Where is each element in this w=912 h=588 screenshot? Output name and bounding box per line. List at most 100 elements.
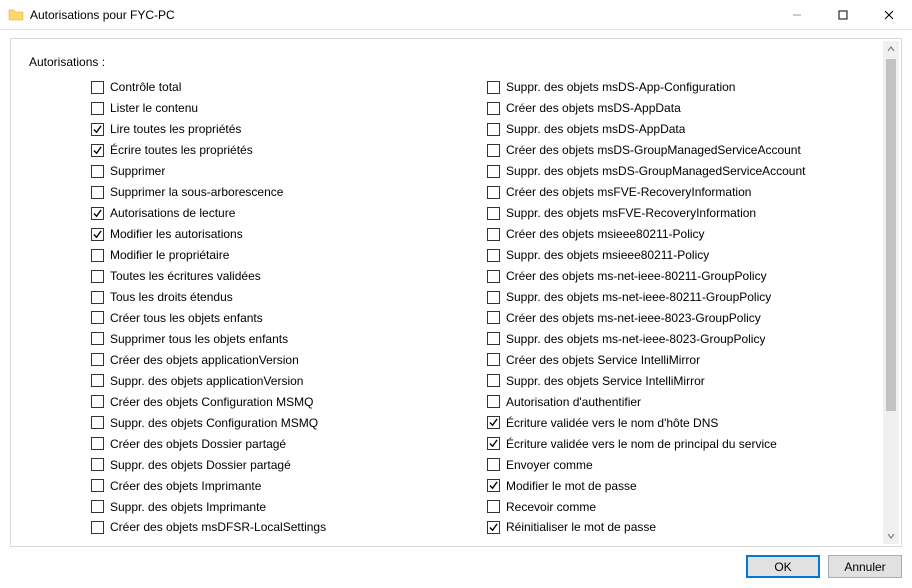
permission-label: Créer des objets Dossier partagé [110, 437, 286, 451]
permission-checkbox[interactable] [487, 270, 500, 283]
cancel-button[interactable]: Annuler [828, 555, 902, 578]
permission-row: Créer des objets Dossier partagé [91, 433, 487, 454]
permission-row: Écriture validée vers le nom de principa… [487, 433, 883, 454]
permission-checkbox[interactable] [91, 395, 104, 408]
permission-checkbox[interactable] [487, 207, 500, 220]
scrollbar[interactable] [883, 41, 899, 544]
permission-row: Créer des objets msDS-GroupManagedServic… [487, 140, 883, 161]
scroll-up-icon[interactable] [883, 41, 899, 57]
permission-checkbox[interactable] [487, 479, 500, 492]
permission-row: Créer des objets Configuration MSMQ [91, 391, 487, 412]
permission-checkbox[interactable] [91, 249, 104, 262]
permission-row: Créer des objets msieee80211-Policy [487, 224, 883, 245]
permission-checkbox[interactable] [487, 353, 500, 366]
permission-checkbox[interactable] [91, 500, 104, 513]
minimize-button[interactable] [774, 0, 820, 29]
permission-label: Écriture validée vers le nom d'hôte DNS [506, 416, 718, 430]
permission-checkbox[interactable] [487, 123, 500, 136]
permission-label: Créer des objets ms-net-ieee-8023-GroupP… [506, 311, 761, 325]
permission-label: Supprimer [110, 164, 165, 178]
permission-checkbox[interactable] [91, 479, 104, 492]
permission-checkbox[interactable] [91, 270, 104, 283]
permission-checkbox[interactable] [487, 500, 500, 513]
permission-label: Créer des objets msDS-GroupManagedServic… [506, 143, 801, 157]
permission-row: Modifier le propriétaire [91, 245, 487, 266]
permission-label: Suppr. des objets msieee80211-Policy [506, 248, 709, 262]
permission-label: Supprimer la sous-arborescence [110, 185, 283, 199]
scroll-down-icon[interactable] [883, 528, 899, 544]
permission-row: Créer des objets ms-net-ieee-80211-Group… [487, 266, 883, 287]
permission-row: Autorisation d'authentifier [487, 391, 883, 412]
permission-checkbox[interactable] [487, 416, 500, 429]
permission-row: Recevoir comme [487, 496, 883, 517]
permission-checkbox[interactable] [487, 311, 500, 324]
permission-label: Suppr. des objets Service IntelliMirror [506, 374, 705, 388]
permission-row: Créer des objets applicationVersion [91, 349, 487, 370]
permission-checkbox[interactable] [487, 395, 500, 408]
permission-label: Créer des objets ms-net-ieee-80211-Group… [506, 269, 767, 283]
permission-row: Tous les droits étendus [91, 287, 487, 308]
permission-label: Créer des objets msDS-AppData [506, 101, 681, 115]
permission-checkbox[interactable] [91, 291, 104, 304]
permission-row: Créer des objets Imprimante [91, 475, 487, 496]
permission-checkbox[interactable] [91, 165, 104, 178]
permission-checkbox[interactable] [91, 374, 104, 387]
permission-checkbox[interactable] [487, 437, 500, 450]
permission-label: Envoyer comme [506, 458, 593, 472]
permission-checkbox[interactable] [91, 102, 104, 115]
close-button[interactable] [866, 0, 912, 29]
permission-row: Créer des objets msDFSR-LocalSettings [91, 517, 487, 538]
permission-checkbox[interactable] [487, 228, 500, 241]
permission-row: Réinitialiser le mot de passe [487, 517, 883, 538]
permission-checkbox[interactable] [91, 353, 104, 366]
window-controls [774, 0, 912, 29]
permission-row: Modifier les autorisations [91, 224, 487, 245]
permission-label: Autorisation d'authentifier [506, 395, 641, 409]
permission-row: Suppr. des objets msieee80211-Policy [487, 245, 883, 266]
permission-checkbox[interactable] [487, 186, 500, 199]
permission-checkbox[interactable] [91, 521, 104, 534]
permission-row: Suppr. des objets msDS-GroupManagedServi… [487, 161, 883, 182]
permission-checkbox[interactable] [487, 458, 500, 471]
window-title: Autorisations pour FYC-PC [30, 8, 774, 22]
scroll-thumb[interactable] [886, 59, 896, 411]
ok-button[interactable]: OK [746, 555, 820, 578]
section-label: Autorisations : [29, 55, 883, 69]
permission-row: Suppr. des objets Service IntelliMirror [487, 370, 883, 391]
permission-checkbox[interactable] [91, 228, 104, 241]
permission-checkbox[interactable] [487, 249, 500, 262]
permission-checkbox[interactable] [487, 144, 500, 157]
permission-checkbox[interactable] [91, 186, 104, 199]
permission-label: Tous les droits étendus [110, 290, 233, 304]
permission-checkbox[interactable] [91, 144, 104, 157]
permission-row: Suppr. des objets ms-net-ieee-80211-Grou… [487, 287, 883, 308]
permission-checkbox[interactable] [91, 416, 104, 429]
permission-checkbox[interactable] [91, 332, 104, 345]
permission-label: Lister le contenu [110, 101, 198, 115]
permission-checkbox[interactable] [487, 102, 500, 115]
permission-checkbox[interactable] [487, 165, 500, 178]
permission-label: Suppr. des objets msFVE-RecoveryInformat… [506, 206, 756, 220]
maximize-button[interactable] [820, 0, 866, 29]
permission-checkbox[interactable] [91, 311, 104, 324]
permission-label: Suppr. des objets msDS-AppData [506, 122, 685, 136]
window-body: Autorisations : Contrôle totalLister le … [0, 30, 912, 588]
content-frame: Autorisations : Contrôle totalLister le … [10, 38, 902, 547]
permission-checkbox[interactable] [487, 521, 500, 534]
permission-checkbox[interactable] [487, 291, 500, 304]
permission-label: Créer des objets Configuration MSMQ [110, 395, 313, 409]
permission-label: Suppr. des objets applicationVersion [110, 374, 303, 388]
permission-checkbox[interactable] [91, 123, 104, 136]
permission-row: Suppr. des objets msDS-App-Configuration [487, 77, 883, 98]
permission-row: Créer des objets msDS-AppData [487, 98, 883, 119]
permission-checkbox[interactable] [487, 332, 500, 345]
permission-checkbox[interactable] [487, 81, 500, 94]
permission-checkbox[interactable] [91, 437, 104, 450]
permission-checkbox[interactable] [91, 207, 104, 220]
permission-row: Supprimer la sous-arborescence [91, 182, 487, 203]
permission-checkbox[interactable] [91, 81, 104, 94]
permission-checkbox[interactable] [91, 458, 104, 471]
permission-row: Modifier le mot de passe [487, 475, 883, 496]
permission-checkbox[interactable] [487, 374, 500, 387]
permission-label: Modifier le propriétaire [110, 248, 229, 262]
